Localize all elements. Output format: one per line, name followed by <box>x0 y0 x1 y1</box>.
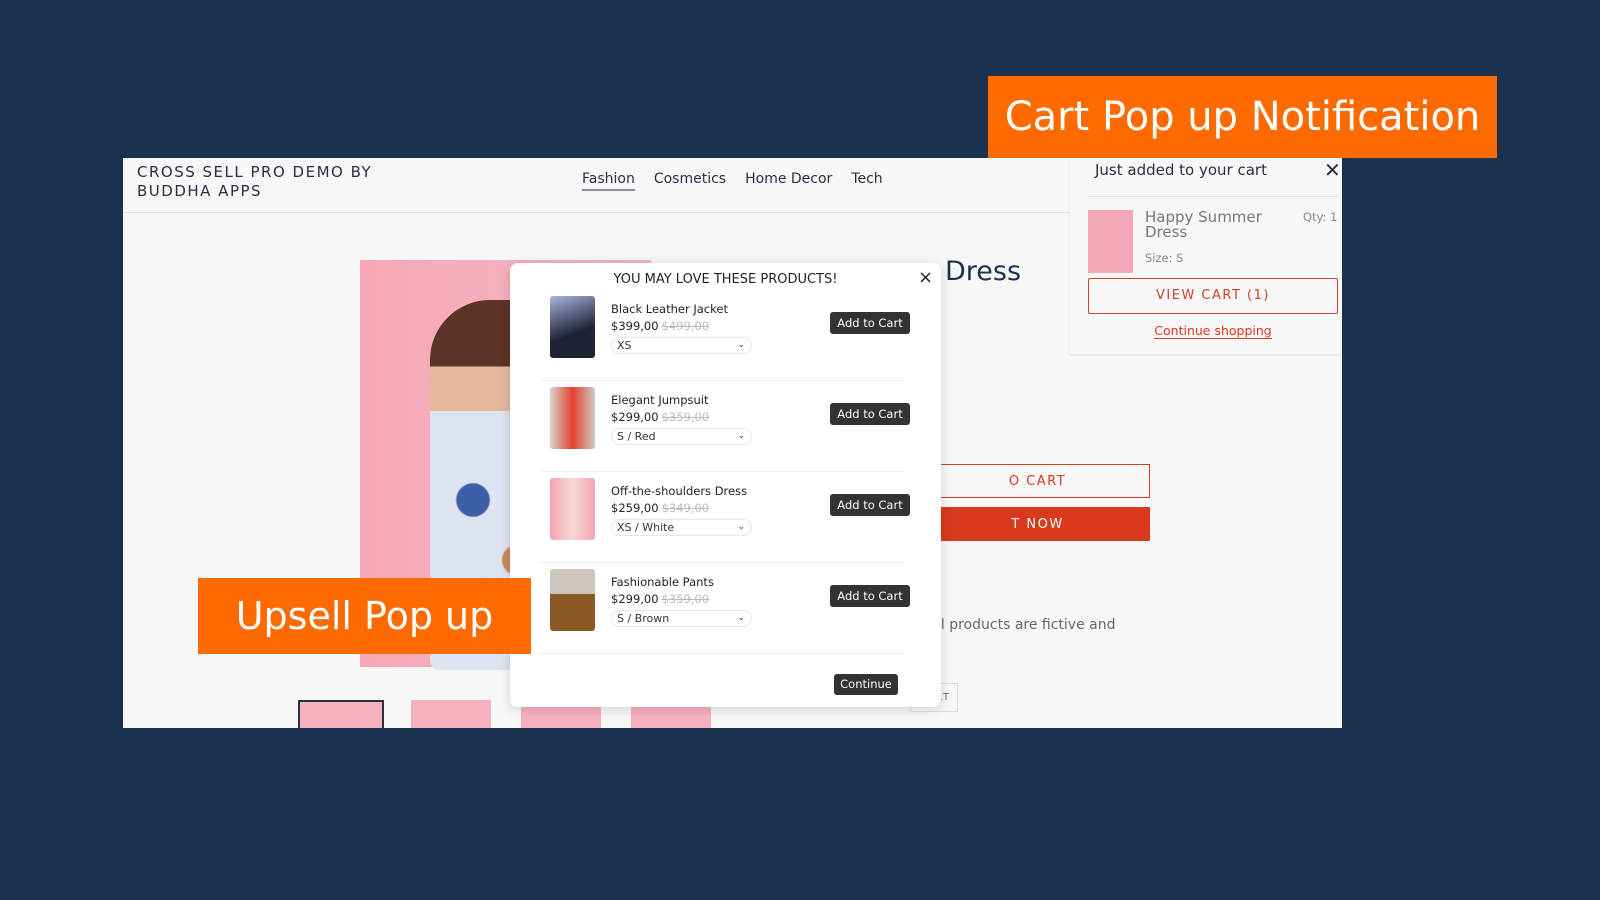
product-description: ll products are fictive and <box>937 617 1116 633</box>
product-price: $299,00 $359,00 <box>611 410 709 424</box>
upsell-item: Elegant Jumpsuit $299,00 $359,00 S / Red ⌄… <box>540 381 910 472</box>
view-cart-button[interactable]: VIEW CART (1) <box>1088 278 1338 314</box>
thumbnail[interactable] <box>298 700 384 728</box>
add-to-cart-button[interactable]: Add to Cart <box>830 312 910 334</box>
compare-price: $349,00 <box>661 501 710 515</box>
close-icon[interactable]: × <box>918 267 933 288</box>
cart-popup-title: Just added to your cart <box>1095 161 1267 179</box>
variant-select[interactable]: XS ⌄ <box>611 337 752 354</box>
price: $259,00 <box>611 501 659 515</box>
divider <box>1088 196 1338 197</box>
product-thumbnail <box>550 478 595 540</box>
continue-shopping-wrap: Continue shopping <box>1070 323 1356 339</box>
close-icon[interactable]: ✕ <box>1324 158 1341 182</box>
variant-value: XS / White <box>617 521 675 534</box>
cart-item-thumbnail <box>1088 210 1133 273</box>
chevron-down-icon: ⌄ <box>737 340 745 350</box>
store-logo[interactable]: CROSS SELL PRO DEMO BY BUDDHA APPS <box>137 163 397 201</box>
variant-select[interactable]: XS / White ⌄ <box>611 519 752 536</box>
upsell-item: Off-the-shoulders Dress $259,00 $349,00 X… <box>540 472 910 563</box>
continue-shopping-link[interactable]: Continue shopping <box>1154 323 1272 339</box>
compare-price: $499,00 <box>661 319 710 333</box>
continue-button[interactable]: Continue <box>834 674 898 695</box>
product-thumbnail <box>550 569 595 631</box>
product-price: $299,00 $359,00 <box>611 592 709 606</box>
cart-item-name: Happy Summer Dress <box>1145 208 1262 241</box>
variant-select[interactable]: S / Red ⌄ <box>611 428 752 445</box>
nav-fashion[interactable]: Fashion <box>582 171 635 191</box>
product-price: $399,00 $499,00 <box>611 319 709 333</box>
variant-value: S / Red <box>617 430 656 443</box>
variant-value: S / Brown <box>617 612 670 625</box>
cart-popup-label: Cart Pop up Notification <box>988 76 1497 158</box>
variant-select[interactable]: S / Brown ⌄ <box>611 610 752 627</box>
upsell-popup: YOU MAY LOVE THESE PRODUCTS! × Black Lea… <box>510 263 941 707</box>
chevron-down-icon: ⌄ <box>737 522 745 532</box>
add-to-cart-button[interactable]: Add to Cart <box>830 585 910 607</box>
upsell-title: YOU MAY LOVE THESE PRODUCTS! <box>613 272 838 287</box>
product-name: Fashionable Pants <box>611 575 714 589</box>
add-to-cart-button[interactable]: O CART <box>925 464 1150 498</box>
product-name: Off-the-shoulders Dress <box>611 484 748 498</box>
price: $399,00 <box>611 319 659 333</box>
cart-item-qty: Qty: 1 <box>1303 210 1338 224</box>
product-thumbnail <box>550 296 595 358</box>
buy-now-button[interactable]: T NOW <box>925 507 1150 541</box>
product-name: Black Leather Jacket <box>611 302 728 316</box>
variant-value: XS <box>617 339 632 352</box>
cart-popup: Just added to your cart ✕ Happy Summer D… <box>1070 158 1342 354</box>
compare-price: $359,00 <box>661 592 710 606</box>
nav-cosmetics[interactable]: Cosmetics <box>654 171 726 191</box>
nav-home-decor[interactable]: Home Decor <box>745 171 832 191</box>
product-title: Dress <box>945 256 1022 287</box>
product-name: Elegant Jumpsuit <box>611 393 709 407</box>
product-price: $259,00 $349,00 <box>611 501 709 515</box>
add-to-cart-button[interactable]: Add to Cart <box>830 494 910 516</box>
add-to-cart-button[interactable]: Add to Cart <box>830 403 910 425</box>
price: $299,00 <box>611 410 659 424</box>
cart-item-size: Size: S <box>1145 251 1184 265</box>
chevron-down-icon: ⌄ <box>737 431 745 441</box>
compare-price: $359,00 <box>661 410 710 424</box>
price: $299,00 <box>611 592 659 606</box>
nav-tech[interactable]: Tech <box>851 171 882 191</box>
upsell-item: Fashionable Pants $299,00 $359,00 S / Bro… <box>540 563 910 654</box>
thumbnail[interactable] <box>411 700 491 728</box>
chevron-down-icon: ⌄ <box>737 613 745 623</box>
main-nav: Fashion Cosmetics Home Decor Tech <box>582 171 883 191</box>
upsell-popup-label: Upsell Pop up <box>198 578 531 654</box>
product-thumbnail <box>550 387 595 449</box>
upsell-item: Black Leather Jacket $399,00 $499,00 XS ⌄ … <box>540 290 910 381</box>
